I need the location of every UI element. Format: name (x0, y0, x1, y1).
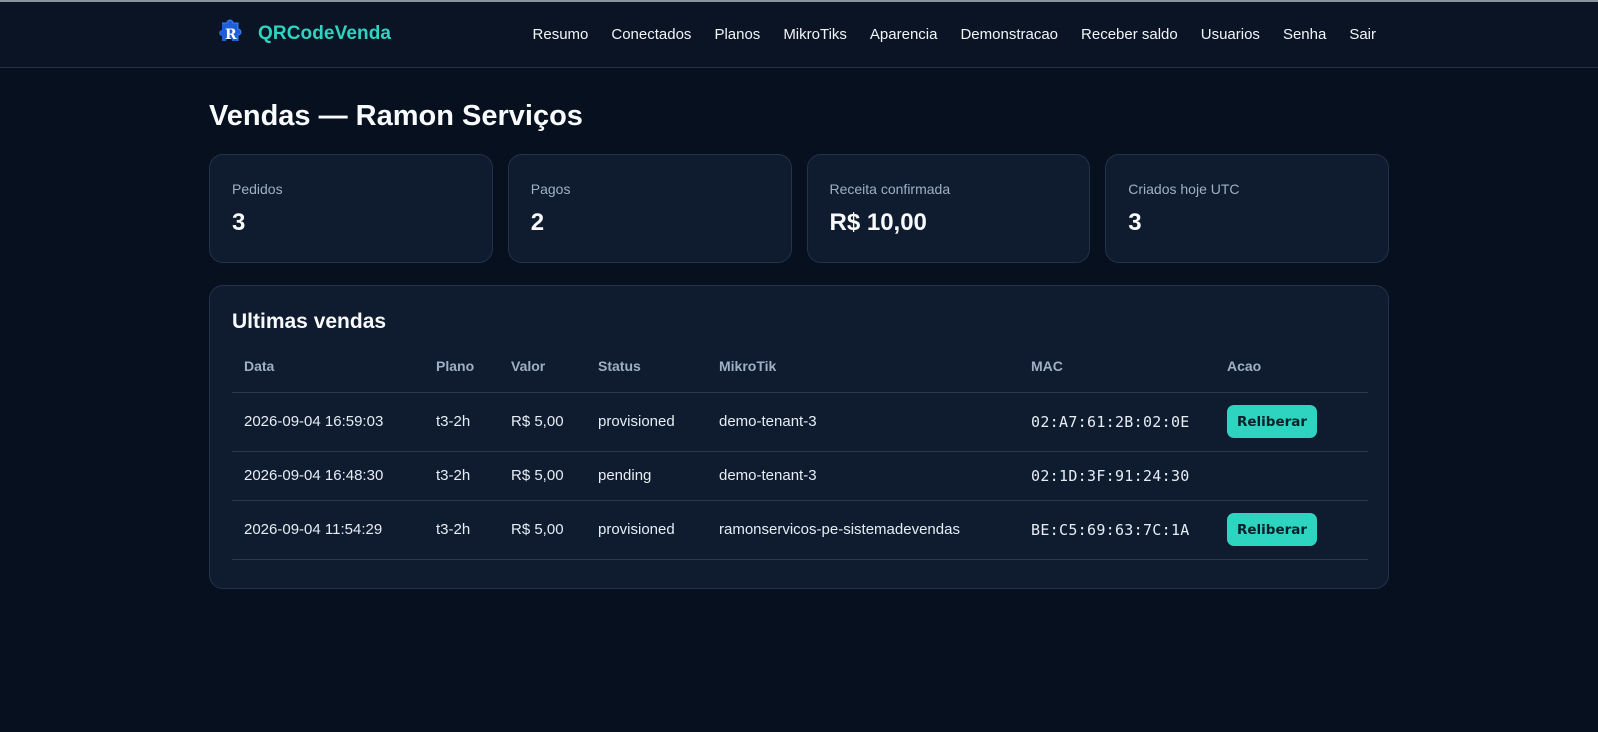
main-content: Vendas — Ramon Serviços Pedidos 3 Pagos … (209, 68, 1389, 589)
cell-mac: BE:C5:69:63:7C:1A (1019, 500, 1215, 560)
stat-card-pagos: Pagos 2 (507, 154, 792, 263)
sales-table: Data Plano Valor Status MikroTik MAC Aca… (232, 358, 1368, 560)
nav-sair[interactable]: Sair (1349, 26, 1376, 43)
column-header-acao: Acao (1215, 358, 1368, 393)
cell-acao: Reliberar (1215, 392, 1368, 452)
table-row: 2026-09-04 11:54:29 t3-2h R$ 5,00 provis… (232, 500, 1368, 560)
cell-valor: R$ 5,00 (499, 451, 586, 501)
column-header-valor: Valor (499, 358, 586, 393)
column-header-data: Data (232, 358, 424, 393)
cell-plano: t3-2h (424, 500, 499, 560)
nav-resumo[interactable]: Resumo (533, 26, 589, 43)
stat-label: Receita confirmada (829, 181, 951, 197)
column-header-mac: MAC (1019, 358, 1215, 393)
nav-usuarios[interactable]: Usuarios (1201, 26, 1260, 43)
cell-mikrotik: ramonservicos-pe-sistemadevendas (707, 500, 1019, 560)
stat-value: 2 (530, 209, 545, 236)
cell-acao (1215, 451, 1368, 501)
column-header-mikrotik: MikroTik (707, 358, 1019, 393)
cell-mac: 02:A7:61:2B:02:0E (1019, 392, 1215, 452)
stat-label: Pagos (530, 181, 571, 197)
stats-row: Pedidos 3 Pagos 2 Receita confirmada R$ … (209, 154, 1389, 263)
column-header-status: Status (586, 358, 707, 393)
stat-card-pedidos: Pedidos 3 (209, 154, 493, 263)
stat-card-criados-hoje: Criados hoje UTC 3 (1105, 154, 1389, 263)
nav-planos[interactable]: Planos (714, 26, 760, 43)
cell-mikrotik: demo-tenant-3 (707, 392, 1019, 452)
nav-receber-saldo[interactable]: Receber saldo (1081, 26, 1178, 43)
table-header-row: Data Plano Valor Status MikroTik MAC Aca… (232, 358, 1368, 393)
cell-status: provisioned (586, 500, 707, 560)
cell-valor: R$ 5,00 (499, 392, 586, 452)
stat-value: 3 (232, 209, 246, 236)
svg-text:R: R (225, 27, 237, 43)
stat-card-receita: Receita confirmada R$ 10,00 (806, 154, 1091, 263)
main-nav: Resumo Conectados Planos MikroTiks Apare… (533, 26, 1376, 43)
nav-conectados[interactable]: Conectados (611, 26, 691, 43)
nav-aparencia[interactable]: Aparencia (870, 26, 938, 43)
page-title: Vendas — Ramon Serviços (209, 100, 583, 132)
cell-mac: 02:1D:3F:91:24:30 (1019, 451, 1215, 501)
nav-mikrotiks[interactable]: MikroTiks (783, 26, 847, 43)
reliberar-button[interactable]: Reliberar (1227, 405, 1318, 438)
cell-data: 2026-09-04 16:48:30 (232, 451, 424, 501)
reliberar-button[interactable]: Reliberar (1227, 513, 1318, 546)
sales-card: Ultimas vendas Data Plano Valor Status M… (209, 285, 1389, 589)
table-row: 2026-09-04 16:48:30 t3-2h R$ 5,00 pendin… (232, 451, 1368, 501)
brand-name: QRCodeVenda (258, 23, 392, 44)
cell-data: 2026-09-04 11:54:29 (232, 500, 424, 560)
brand[interactable]: R QRCodeVenda (214, 19, 391, 49)
nav-demonstracao[interactable]: Demonstracao (960, 26, 1058, 43)
cell-valor: R$ 5,00 (499, 500, 586, 560)
cell-status: provisioned (586, 392, 707, 452)
stat-label: Pedidos (232, 181, 283, 197)
nav-senha[interactable]: Senha (1283, 26, 1326, 43)
stat-value: R$ 10,00 (829, 209, 927, 236)
cell-acao: Reliberar (1215, 500, 1368, 560)
cell-data: 2026-09-04 16:59:03 (232, 392, 424, 452)
column-header-plano: Plano (424, 358, 499, 393)
stat-label: Criados hoje UTC (1128, 181, 1240, 197)
table-row: 2026-09-04 16:59:03 t3-2h R$ 5,00 provis… (232, 392, 1368, 452)
cell-plano: t3-2h (424, 451, 499, 501)
sales-title: Ultimas vendas (232, 310, 387, 333)
cell-status: pending (586, 451, 707, 501)
cell-mikrotik: demo-tenant-3 (707, 451, 1019, 501)
cell-plano: t3-2h (424, 392, 499, 452)
stat-value: 3 (1128, 209, 1142, 236)
top-navbar: R QRCodeVenda Resumo Conectados Planos M… (0, 2, 1598, 68)
puzzle-r-logo-icon: R (219, 19, 242, 43)
